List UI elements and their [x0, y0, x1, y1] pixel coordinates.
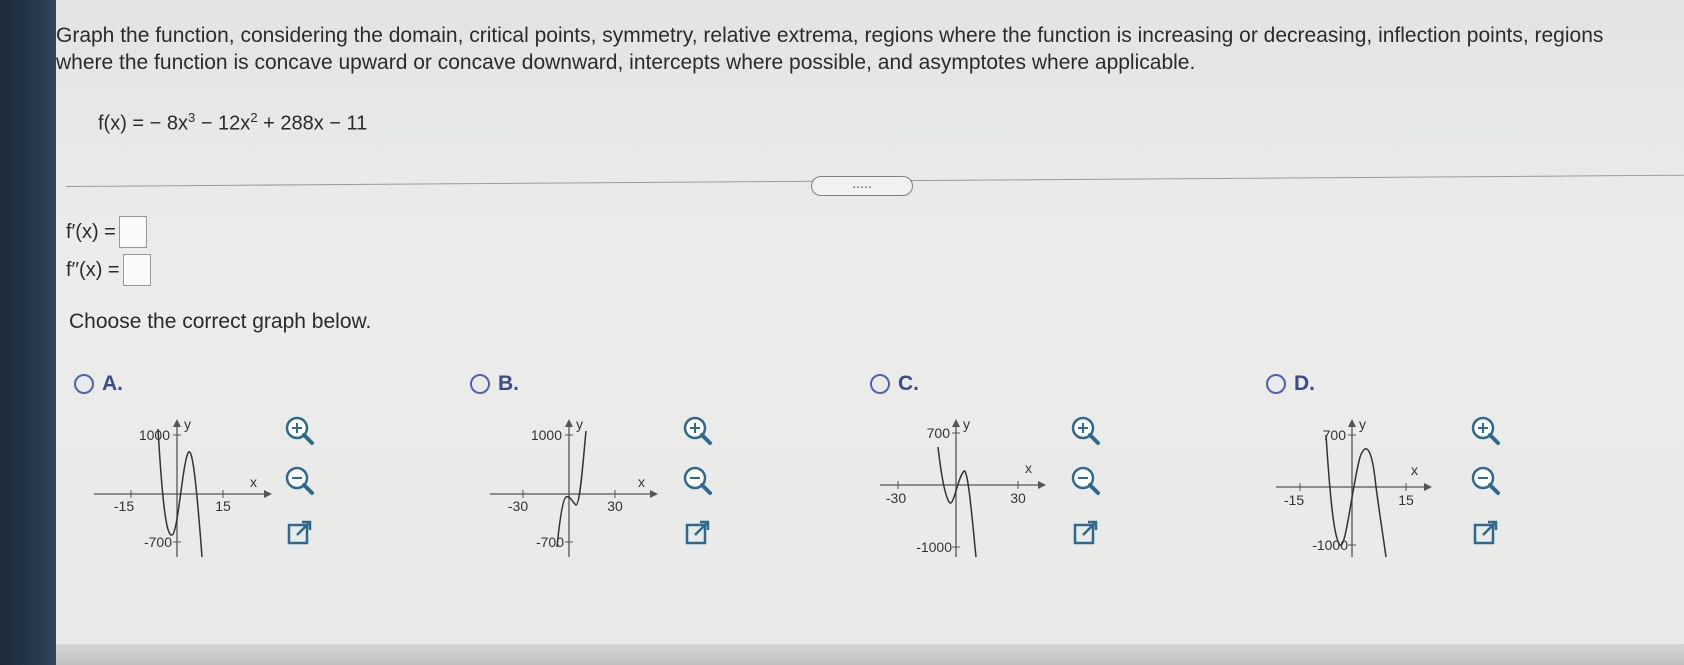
option-b-y-bottom: -700 — [536, 534, 564, 550]
option-c-radio[interactable] — [870, 374, 890, 394]
option-b-label[interactable]: B. — [498, 372, 519, 396]
option-c-x-right: 30 — [1010, 490, 1026, 506]
option-d-x-left: -15 — [1284, 492, 1304, 508]
option-b-open-external-icon[interactable] — [680, 516, 714, 550]
option-c-y-bottom: -1000 — [916, 539, 952, 555]
function-equation: f(x) = − 8x3 − 12x2 + 288x − 11 — [98, 110, 368, 135]
option-d-zoom-out-icon[interactable] — [1468, 464, 1502, 498]
first-derivative-label: f′(x) = — [66, 220, 116, 243]
option-a-label[interactable]: A. — [102, 372, 123, 396]
option-c-x-left: -30 — [886, 490, 906, 506]
option-b-graph: y x 1000 -700 -30 30 — [490, 416, 658, 557]
option-d-y-axis: y — [1359, 416, 1366, 432]
question-text: Graph the function, considering the doma… — [56, 24, 1604, 74]
option-c-y-top: 700 — [927, 425, 951, 441]
option-b-curve — [556, 430, 587, 548]
monitor-bezel — [0, 0, 64, 665]
option-d-label[interactable]: D. — [1294, 372, 1315, 396]
option-b-zoom-out-icon[interactable] — [680, 464, 714, 498]
option-d-y-top: 700 — [1323, 427, 1347, 443]
option-b-x-right: 30 — [607, 498, 623, 514]
option-c: C. y x 700 -1000 -30 30 — [870, 372, 1270, 572]
option-a-radio[interactable] — [74, 374, 94, 394]
option-b-zoom-in-icon[interactable] — [680, 414, 714, 448]
option-b-radio[interactable] — [470, 374, 490, 394]
option-d-x-right: 15 — [1398, 492, 1414, 508]
bottom-strip — [56, 644, 1684, 665]
option-a-x-right: 15 — [215, 498, 231, 514]
option-a-y-bottom: -700 — [144, 534, 172, 550]
option-d-y-bottom: -1000 — [1312, 537, 1348, 553]
option-b-y-top: 1000 — [531, 427, 562, 443]
second-derivative-label: f′′(x) = — [66, 258, 120, 281]
first-derivative-row: f′(x) = — [66, 216, 147, 248]
option-b-x-left: -30 — [508, 498, 528, 514]
option-c-graph: y x 700 -1000 -30 30 — [880, 416, 1046, 558]
option-a-graph: y x 1000 -700 -15 15 — [94, 416, 272, 558]
option-d-open-external-icon[interactable] — [1468, 516, 1502, 550]
option-b-y-axis: y — [576, 416, 583, 432]
second-derivative-row: f′′(x) = — [66, 254, 151, 286]
option-c-y-axis: y — [963, 416, 970, 432]
option-d-radio[interactable] — [1266, 374, 1286, 394]
option-a-x-left: -15 — [114, 498, 134, 514]
option-d-x-axis: x — [1411, 462, 1418, 478]
option-d-zoom-in-icon[interactable] — [1468, 414, 1502, 448]
expand-toggle-button[interactable]: ..... — [811, 176, 913, 196]
option-c-zoom-in-icon[interactable] — [1068, 414, 1102, 448]
option-c-open-external-icon[interactable] — [1068, 516, 1102, 550]
option-a-y-axis: y — [184, 416, 191, 432]
option-c-x-axis: x — [1025, 460, 1032, 476]
option-b: B. y x 1000 -700 -30 30 — [470, 372, 870, 572]
option-a-x-axis: x — [250, 474, 257, 490]
option-c-label[interactable]: C. — [898, 372, 919, 396]
option-a-open-external-icon[interactable] — [282, 516, 316, 550]
option-b-x-axis: x — [638, 474, 645, 490]
option-d: D. y x 700 -1000 -15 15 — [1266, 372, 1666, 572]
option-d-graph: y x 700 -1000 -15 15 — [1276, 416, 1432, 558]
option-a: A. y x 1000 -700 -15 15 — [74, 372, 474, 572]
choose-graph-prompt: Choose the correct graph below. — [69, 310, 372, 333]
first-derivative-input[interactable] — [118, 216, 147, 248]
option-c-zoom-out-icon[interactable] — [1068, 464, 1102, 498]
option-a-zoom-in-icon[interactable] — [282, 414, 316, 448]
option-a-zoom-out-icon[interactable] — [282, 464, 316, 498]
page-content: Graph the function, considering the doma… — [56, 0, 1684, 650]
option-a-y-top: 1000 — [139, 427, 170, 443]
second-derivative-input[interactable] — [122, 254, 151, 286]
